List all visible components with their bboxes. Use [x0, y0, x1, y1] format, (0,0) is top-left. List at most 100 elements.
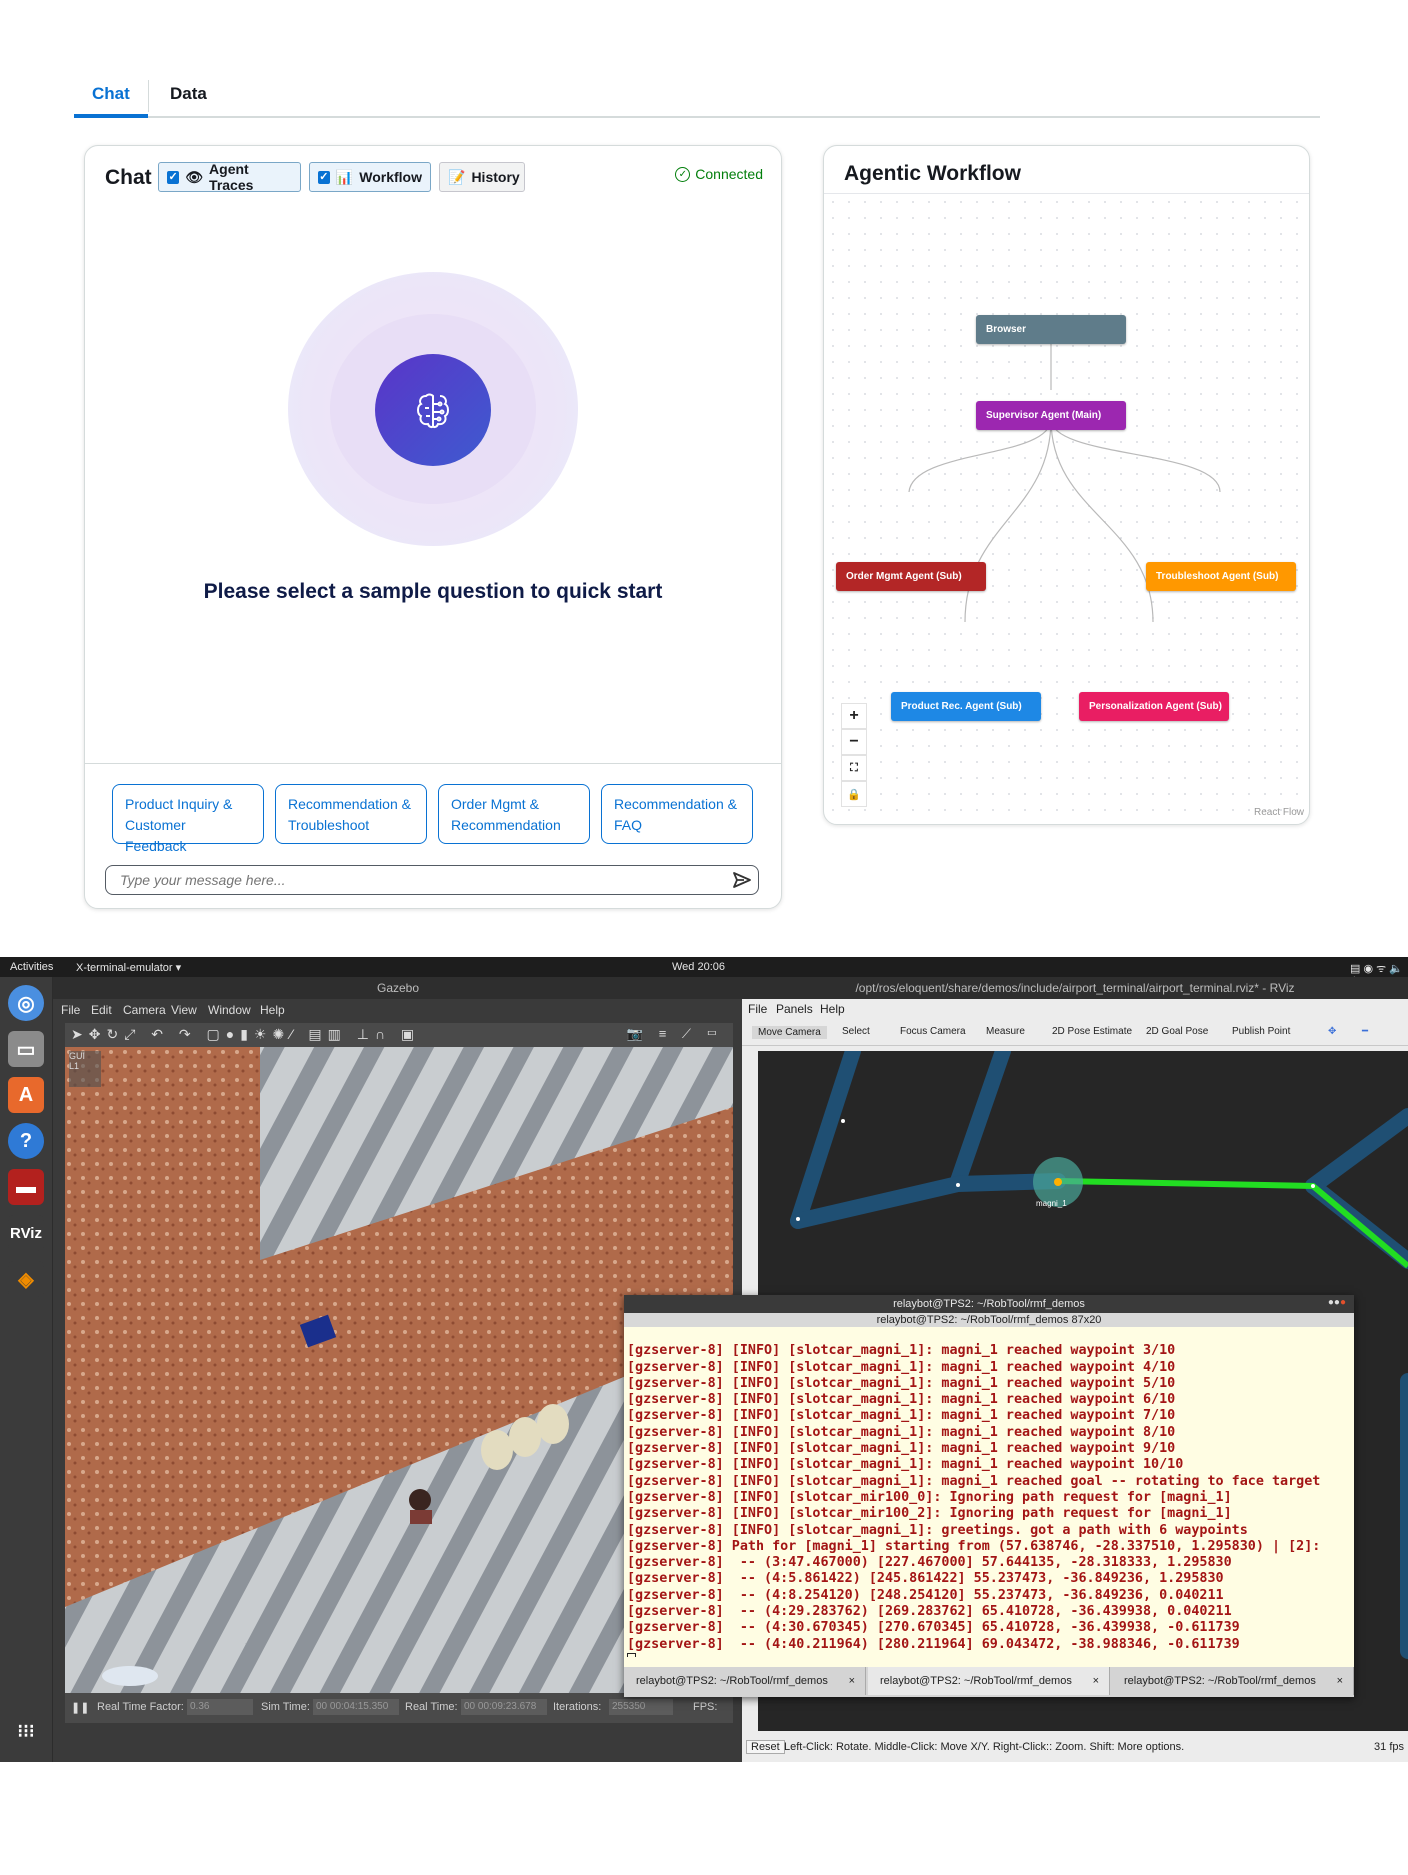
eye-icon: 👁 — [185, 168, 204, 185]
terminal-line: [gzserver-8] [INFO] [slotcar_magni_1]: m… — [627, 1343, 1176, 1359]
real-time-value: 00 00:09:23.678 — [461, 1699, 547, 1715]
menu-camera[interactable]: Camera — [123, 1003, 166, 1017]
remove-tool-icon[interactable]: ━ — [1362, 1026, 1368, 1037]
zoom-out-button[interactable]: − — [841, 729, 867, 755]
reset-button[interactable]: Reset — [746, 1740, 785, 1754]
sample-line: FAQ — [614, 817, 643, 833]
tool-publish-point[interactable]: Publish Point — [1232, 1026, 1290, 1037]
tool-select[interactable]: Select — [842, 1026, 870, 1037]
agent-traces-toggle[interactable]: ✓ 👁 Agent Traces — [158, 161, 301, 193]
brain-circuit-icon — [417, 393, 449, 429]
message-input[interactable] — [118, 871, 722, 889]
app-grid-icon[interactable]: ⁝⁝⁝ — [8, 1713, 44, 1749]
tool-focus-camera[interactable]: Focus Camera — [900, 1026, 966, 1037]
gazebo-tool-icons[interactable]: ➤✥↻⤢ ↶ ↷ ▢●▮☀✺⁄ ▤▥ ⊥∩ ▣ — [71, 1026, 420, 1043]
menu-file[interactable]: File — [61, 1003, 80, 1017]
zoom-in-button[interactable]: + — [841, 703, 867, 729]
files-icon[interactable]: ▭ — [8, 1031, 44, 1067]
terminal-tab-3[interactable]: relaybot@TPS2: ~/RobTool/rmf_demos × — [1112, 1667, 1354, 1695]
tab-separator — [148, 80, 149, 112]
workflow-canvas[interactable]: Browser Supervisor Agent (Main) Order Mg… — [825, 194, 1308, 822]
divider — [85, 763, 781, 764]
tool-2d-goal-pose[interactable]: 2D Goal Pose — [1146, 1026, 1208, 1037]
node-supervisor[interactable]: Supervisor Agent (Main) — [976, 401, 1126, 430]
sample-question-2[interactable]: Recommendation & Troubleshoot — [275, 784, 427, 844]
sample-line: Order Mgmt & — [451, 796, 539, 812]
terminal-line: [gzserver-8] [INFO] [slotcar_mir100_0]: … — [627, 1489, 1232, 1505]
pause-icon[interactable]: ❚❚ — [71, 1701, 89, 1714]
tool-move-camera[interactable]: Move Camera — [752, 1026, 827, 1039]
terminal-tabs: relaybot@TPS2: ~/RobTool/rmf_demos × rel… — [624, 1667, 1354, 1697]
close-icon[interactable]: × — [849, 1667, 855, 1695]
checkbox-checked-icon[interactable]: ✓ — [318, 170, 330, 184]
rviz-statusbar: Reset Left-Click: Rotate. Middle-Click: … — [742, 1735, 1408, 1762]
sample-question-3[interactable]: Order Mgmt & Recommendation — [438, 784, 590, 844]
tool-measure[interactable]: Measure — [986, 1026, 1025, 1037]
sample-question-1[interactable]: Product Inquiry & Customer Feedback — [112, 784, 264, 854]
checkbox-checked-icon[interactable]: ✓ — [167, 170, 180, 184]
sample-question-4[interactable]: Recommendation & FAQ — [601, 784, 753, 844]
focused-app-menu[interactable]: X-terminal-emulator ▾ — [76, 961, 181, 974]
add-tool-icon[interactable]: ✥ — [1328, 1026, 1336, 1037]
sample-line: Troubleshoot — [288, 817, 370, 833]
menu-window[interactable]: Window — [208, 1003, 251, 1017]
menu-panels[interactable]: Panels — [776, 1002, 813, 1016]
terminal-tab-label: relaybot@TPS2: ~/RobTool/rmf_demos — [880, 1675, 1072, 1687]
node-personalization[interactable]: Personalization Agent (Sub) — [1079, 692, 1229, 721]
fit-view-button[interactable]: ⛶ — [841, 755, 867, 781]
close-icon[interactable]: × — [1337, 1667, 1343, 1695]
menu-file[interactable]: File — [748, 1002, 767, 1016]
terminal-output[interactable]: [gzserver-8] [INFO] [slotcar_magni_1]: m… — [627, 1327, 1349, 1657]
rviz-icon[interactable]: RViz — [8, 1215, 44, 1251]
terminal-tab-2[interactable]: relaybot@TPS2: ~/RobTool/rmf_demos × — [868, 1667, 1110, 1695]
activities-button[interactable]: Activities — [10, 961, 53, 973]
terminal-line: [gzserver-8] -- (4:30.670345) [270.67034… — [627, 1620, 1240, 1636]
tab-bar: Chat Data — [74, 78, 1320, 118]
node-troubleshoot[interactable]: Troubleshoot Agent (Sub) — [1146, 562, 1296, 591]
react-flow-attribution[interactable]: React Flow — [1254, 807, 1304, 818]
node-browser[interactable]: Browser — [976, 315, 1126, 344]
software-center-icon[interactable]: A — [8, 1077, 44, 1113]
terminal-app-icon[interactable]: ▬ — [8, 1169, 44, 1205]
screenshot-log-plot-icons[interactable]: 📷 ≡ ⟋ ▭ — [627, 1026, 723, 1042]
gazebo-title: Gazebo — [53, 977, 743, 999]
iterations-value: 255350 — [609, 1699, 673, 1715]
workflow-toggle[interactable]: ✓ 📊 Workflow — [309, 162, 431, 192]
tab-data[interactable]: Data — [170, 84, 207, 104]
terminal-window: relaybot@TPS2: ~/RobTool/rmf_demos ●●● r… — [624, 1295, 1354, 1697]
connection-status: ✓ Connected — [675, 166, 763, 182]
rviz-menubar: File Panels Help — [742, 999, 1408, 1019]
node-order-mgmt[interactable]: Order Mgmt Agent (Sub) — [836, 562, 986, 591]
window-controls[interactable]: ●●● — [1328, 1297, 1346, 1308]
quick-start-prompt: Please select a sample question to quick… — [203, 580, 663, 603]
tab-chat[interactable]: Chat — [92, 84, 130, 104]
rviz-toolbar: Move Camera Select Focus Camera Measure … — [742, 1019, 1408, 1046]
mouse-help-text: Left-Click: Rotate. Middle-Click: Move X… — [784, 1741, 1185, 1753]
menu-view[interactable]: View — [171, 1003, 197, 1017]
terminal-line: [gzserver-8] -- (4:29.283762) [269.28376… — [627, 1604, 1232, 1620]
menu-edit[interactable]: Edit — [91, 1003, 112, 1017]
menu-help[interactable]: Help — [260, 1003, 285, 1017]
terminal-line: [gzserver-8] [INFO] [slotcar_magni_1]: m… — [627, 1359, 1176, 1375]
rtf-label: Real Time Factor: — [97, 1701, 184, 1713]
rviz-title: /opt/ros/eloquent/share/demos/include/ai… — [742, 977, 1408, 999]
sample-line: Product Inquiry & — [125, 796, 233, 812]
workflow-panel: Agentic Workflow Browser Supervisor Agen… — [823, 145, 1310, 825]
gazebo-toolbar: ➤✥↻⤢ ↶ ↷ ▢●▮☀✺⁄ ▤▥ ⊥∩ ▣ 📷 ≡ ⟋ ▭ — [65, 1023, 733, 1047]
gazebo-icon[interactable]: ◈ — [8, 1261, 44, 1297]
send-icon[interactable] — [732, 870, 752, 890]
terminal-line: [gzserver-8] -- (4:40.211964) [280.21196… — [627, 1636, 1240, 1652]
lock-icon[interactable]: 🔒 — [841, 781, 867, 807]
menu-help[interactable]: Help — [820, 1002, 845, 1016]
node-product-rec[interactable]: Product Rec. Agent (Sub) — [891, 692, 1041, 721]
terminal-line: [gzserver-8] [INFO] [slotcar_magni_1]: m… — [627, 1441, 1176, 1457]
terminal-tab-1[interactable]: relaybot@TPS2: ~/RobTool/rmf_demos × — [624, 1667, 866, 1695]
tool-2d-pose-estimate[interactable]: 2D Pose Estimate — [1052, 1026, 1132, 1037]
history-button[interactable]: 📝 History — [439, 162, 525, 192]
close-icon[interactable]: × — [1093, 1667, 1099, 1695]
chromium-icon[interactable]: ◎ — [8, 985, 44, 1021]
gui-overlay-panel[interactable]: GUI L1 — [69, 1051, 101, 1087]
tab-chat-underline — [74, 114, 148, 118]
help-icon[interactable]: ? — [8, 1123, 44, 1159]
clock[interactable]: Wed 20:06 — [672, 961, 725, 973]
